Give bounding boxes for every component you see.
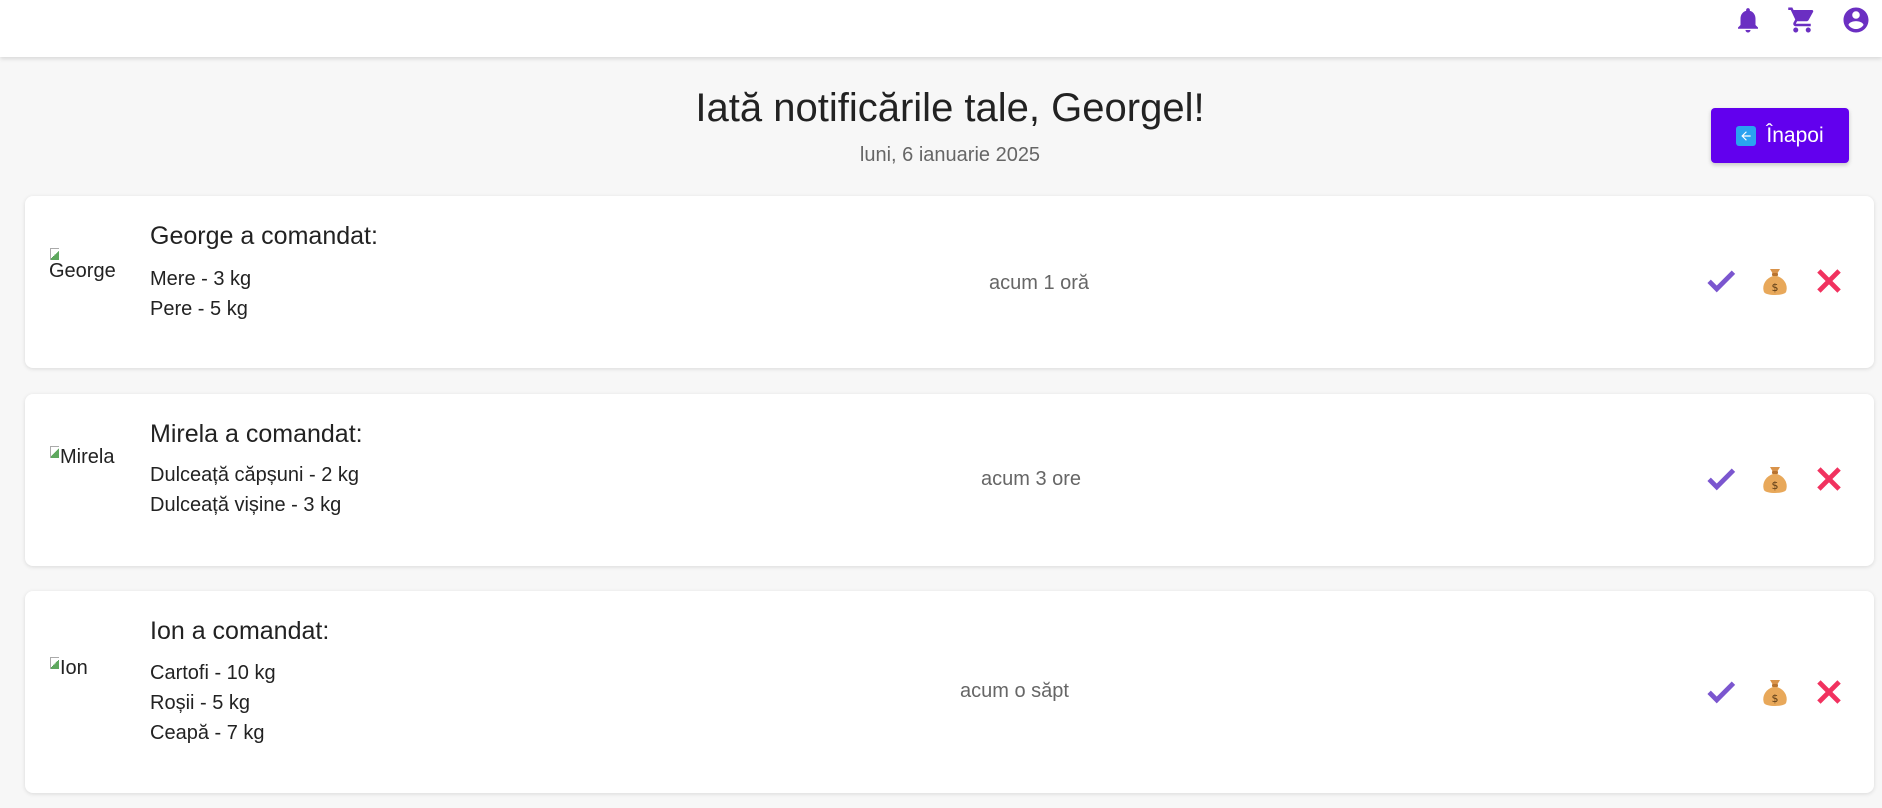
notification-time: acum 1 oră <box>989 272 1090 294</box>
notification-time: acum 3 ore <box>981 468 1082 490</box>
avatar: George <box>49 248 127 283</box>
payment-button[interactable]: $ <box>1756 262 1794 300</box>
svg-text:$: $ <box>1772 281 1779 294</box>
back-button-label: Înapoi <box>1766 123 1824 147</box>
order-items: Mere - 3 kg Pere - 5 kg <box>150 264 251 324</box>
reject-button[interactable] <box>1810 262 1848 300</box>
notification-time: acum o săpt <box>960 680 1069 702</box>
account-button[interactable] <box>1840 4 1872 36</box>
payment-button[interactable]: $ <box>1756 673 1794 711</box>
reject-button[interactable] <box>1810 673 1848 711</box>
accept-button[interactable] <box>1702 262 1740 300</box>
check-icon <box>1707 681 1736 704</box>
topbar-icons <box>1710 4 1872 36</box>
order-item: Ceapă - 7 kg <box>150 722 265 744</box>
check-icon <box>1707 270 1736 293</box>
svg-text:$: $ <box>1772 692 1779 705</box>
avatar-alt: George <box>49 260 116 282</box>
arrow-left-icon <box>1736 125 1757 146</box>
order-item: Dulceață vișine - 3 kg <box>150 494 342 516</box>
avatar: Mirela <box>49 446 144 469</box>
order-item: Cartofi - 10 kg <box>150 662 276 684</box>
money-bag-icon: $ <box>1763 680 1787 706</box>
notification-heading: Ion a comandat: <box>150 617 330 645</box>
accept-button[interactable] <box>1702 460 1740 498</box>
cart-button[interactable] <box>1786 4 1818 36</box>
broken-image-icon <box>49 657 59 669</box>
account-circle-icon <box>1843 7 1869 33</box>
cart-icon <box>1788 7 1814 33</box>
avatar: Ion <box>49 657 139 680</box>
money-bag-icon: $ <box>1763 269 1787 295</box>
notification-card: Ion Ion a comandat: Cartofi - 10 kg Roși… <box>25 591 1874 793</box>
payment-button[interactable]: $ <box>1756 460 1794 498</box>
order-item: Pere - 5 kg <box>150 298 248 320</box>
order-item: Dulceață căpșuni - 2 kg <box>150 464 360 486</box>
notification-card: George George a comandat: Mere - 3 kg Pe… <box>25 196 1874 368</box>
page-title: Iată notificările tale, Georgel! <box>695 86 1205 130</box>
order-items: Cartofi - 10 kg Roșii - 5 kg Ceapă - 7 k… <box>150 658 276 748</box>
avatar-alt: Ion <box>60 657 88 679</box>
close-icon <box>1817 467 1841 491</box>
avatar-alt: Mirela <box>60 446 115 468</box>
notification-actions: $ <box>1686 673 1848 711</box>
broken-image-icon <box>49 446 59 458</box>
close-icon <box>1817 269 1841 293</box>
notification-card: Mirela Mirela a comandat: Dulceață căpșu… <box>25 394 1874 566</box>
order-items: Dulceață căpșuni - 2 kg Dulceață vișine … <box>150 460 359 520</box>
notifications-button[interactable] <box>1732 4 1764 36</box>
reject-button[interactable] <box>1810 460 1848 498</box>
notification-actions: $ <box>1686 262 1848 300</box>
close-icon <box>1817 680 1841 704</box>
page-header: Iată notificările tale, Georgel! luni, 6… <box>0 80 1882 180</box>
back-button[interactable]: Înapoi <box>1711 108 1849 163</box>
check-icon <box>1707 468 1736 491</box>
top-bar <box>0 0 1882 57</box>
notification-actions: $ <box>1686 460 1848 498</box>
accept-button[interactable] <box>1702 673 1740 711</box>
svg-text:$: $ <box>1772 479 1779 492</box>
notification-heading: George a comandat: <box>150 222 378 250</box>
money-bag-icon: $ <box>1763 467 1787 493</box>
order-item: Mere - 3 kg <box>150 268 252 290</box>
order-item: Roșii - 5 kg <box>150 692 251 714</box>
notification-heading: Mirela a comandat: <box>150 420 363 448</box>
page-date: luni, 6 ianuarie 2025 <box>859 144 1041 166</box>
broken-image-icon <box>49 248 59 260</box>
bell-icon <box>1738 8 1758 33</box>
